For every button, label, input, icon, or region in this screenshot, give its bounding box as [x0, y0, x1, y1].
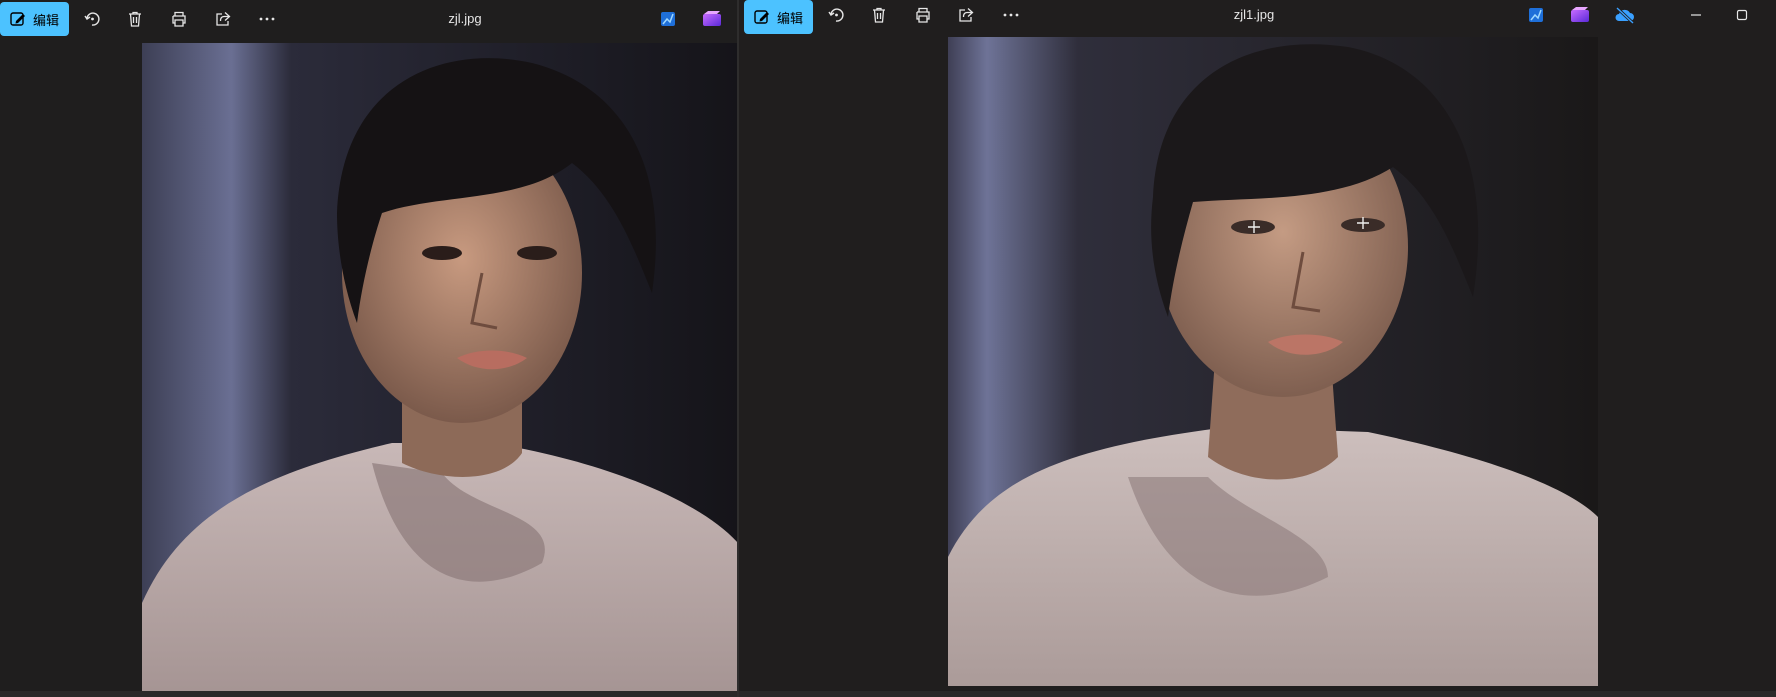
photo-display [948, 37, 1598, 686]
file-name: zjl1.jpg [1233, 7, 1275, 22]
window-bottom-edge [0, 691, 737, 697]
print-button[interactable] [905, 0, 941, 30]
clipchamp-icon [1571, 7, 1589, 22]
edit-label: 编辑 [777, 10, 804, 26]
cloud-off-icon [1615, 6, 1635, 24]
clipchamp-icon [703, 11, 721, 26]
delete-icon [873, 7, 885, 23]
edit-icon [754, 10, 769, 24]
more-icon [1003, 13, 1019, 17]
clipchamp-button[interactable] [694, 4, 730, 34]
print-icon [172, 11, 186, 27]
share-icon [216, 12, 231, 26]
share-button[interactable] [205, 4, 241, 34]
share-icon [959, 8, 974, 22]
edit-label: 编辑 [33, 12, 60, 28]
photo-display [142, 43, 737, 691]
photos-window-left: 编辑 zjl.jpg [0, 0, 737, 697]
photo-edit-button[interactable] [1518, 0, 1554, 30]
rotate-button[interactable] [818, 0, 854, 30]
delete-icon [129, 11, 141, 27]
rotate-button[interactable] [74, 4, 110, 34]
more-button[interactable] [249, 4, 285, 34]
file-name: zjl.jpg [448, 11, 482, 26]
maximize-button[interactable] [1724, 2, 1760, 28]
toolbar: 编辑 zjl1.jpg [739, 0, 1776, 40]
clipchamp-button[interactable] [1562, 0, 1598, 30]
delete-button[interactable] [117, 4, 153, 34]
edit-icon [10, 12, 25, 26]
delete-button[interactable] [861, 0, 897, 30]
more-icon [259, 17, 275, 21]
portrait-image [142, 43, 737, 691]
photo-edit-button[interactable] [650, 4, 686, 34]
rotate-icon [84, 12, 100, 26]
minimize-button[interactable] [1678, 2, 1714, 28]
photo-edit-icon [1529, 8, 1543, 22]
print-button[interactable] [161, 4, 197, 34]
toolbar: 编辑 zjl.jpg [0, 0, 737, 40]
more-button[interactable] [993, 0, 1029, 30]
window-bottom-edge [739, 691, 1776, 697]
portrait-image [948, 37, 1598, 686]
edit-button[interactable]: 编辑 [744, 0, 814, 34]
share-button[interactable] [948, 0, 984, 30]
maximize-icon [1736, 9, 1748, 21]
print-icon [916, 7, 930, 23]
minimize-icon [1691, 14, 1701, 16]
edit-button[interactable]: 编辑 [0, 2, 70, 36]
photo-edit-icon [661, 12, 675, 26]
photos-window-right: 编辑 zjl1.jpg [739, 0, 1776, 697]
cloud-sync-button[interactable] [1607, 0, 1643, 30]
rotate-icon [828, 8, 844, 22]
